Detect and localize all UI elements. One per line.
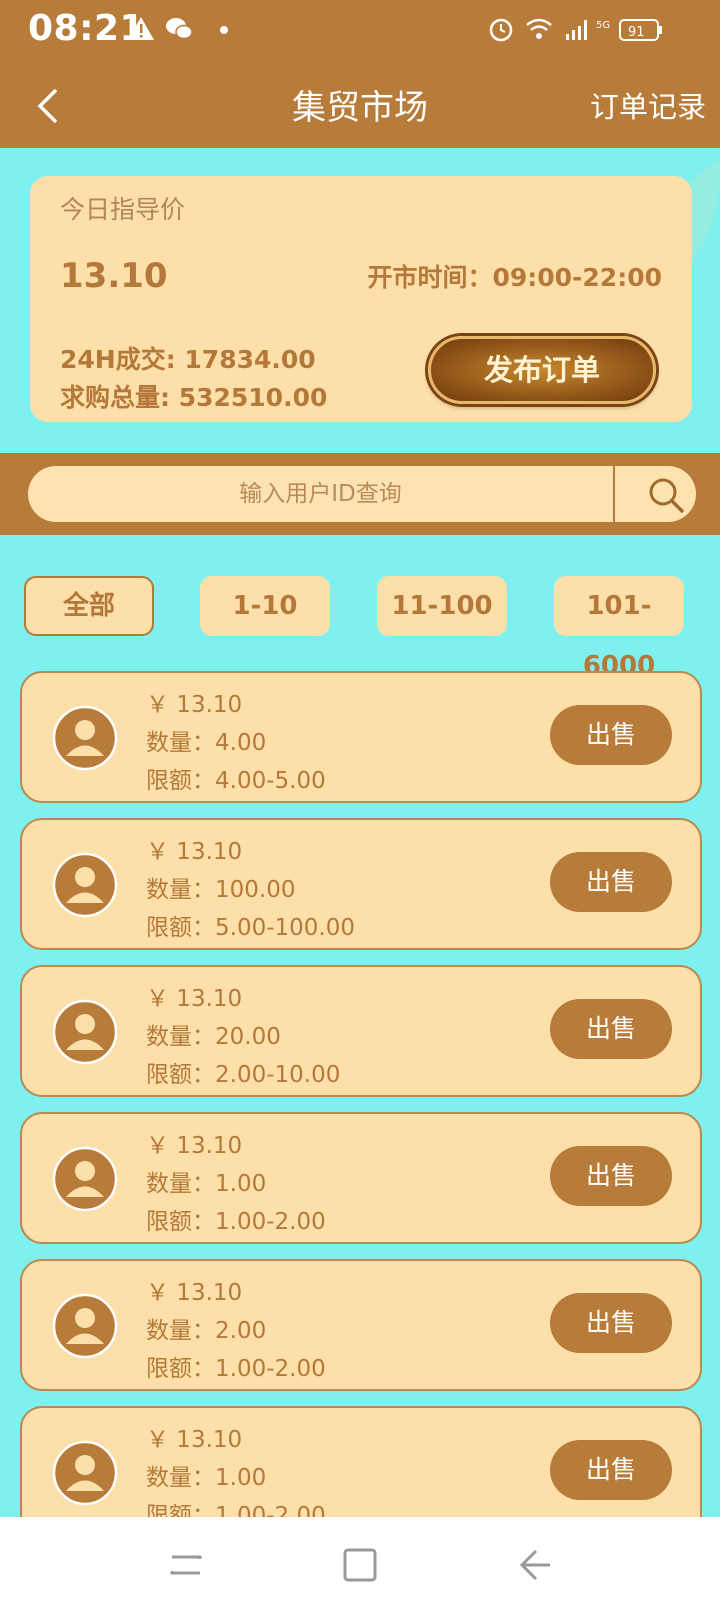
order-price: ￥ 13.10 — [146, 839, 243, 865]
sell-button[interactable]: 出售 — [550, 852, 672, 912]
market-open-time: 开市时间：09:00-22:00 — [367, 263, 662, 292]
avatar — [52, 1440, 118, 1506]
order-records-link[interactable]: 订单记录 — [590, 84, 706, 126]
home-icon[interactable] — [340, 1545, 380, 1585]
svg-text:5G: 5G — [596, 20, 610, 31]
order-row: ￥ 13.10 数量：100.00 限额：5.00-100.00 出售 — [20, 818, 702, 950]
order-quantity: 数量：1.00 — [146, 1465, 267, 1491]
avatar — [52, 705, 118, 771]
order-row: ￥ 13.10 数量：2.00 限额：1.00-2.00 出售 — [20, 1259, 702, 1391]
signal-5g-icon: 5G — [566, 20, 610, 40]
order-quantity: 数量：2.00 — [146, 1318, 267, 1344]
order-limit: 限额：4.00-5.00 — [146, 768, 326, 794]
publish-order-button[interactable]: 发布订单 — [428, 336, 656, 404]
recent-apps-icon[interactable] — [166, 1545, 206, 1585]
sell-button[interactable]: 出售 — [550, 999, 672, 1059]
top-bar: 08:21 5G 91 集贸市场 订单记录 — [0, 0, 720, 148]
battery-icon: 91 — [619, 19, 662, 41]
warning-icon — [128, 17, 154, 40]
price-summary-card: 今日指导价 13.10 开市时间：09:00-22:00 24H成交: 1783… — [30, 176, 692, 422]
notification-dot-icon — [220, 26, 228, 34]
order-limit: 限额：5.00-100.00 — [146, 915, 355, 941]
search-input[interactable]: 输入用户ID查询 — [28, 466, 696, 522]
search-divider — [613, 466, 615, 522]
avatar — [52, 1293, 118, 1359]
alarm-icon — [489, 18, 513, 42]
order-quantity: 数量：100.00 — [146, 877, 296, 903]
order-limit: 限额：1.00-2.00 — [146, 1209, 326, 1235]
sell-button[interactable]: 出售 — [550, 705, 672, 765]
filter-all[interactable]: 全部 — [24, 576, 154, 636]
order-price: ￥ 13.10 — [146, 1427, 243, 1453]
order-price: ￥ 13.10 — [146, 1133, 243, 1159]
avatar — [52, 999, 118, 1065]
order-row: ￥ 13.10 数量：20.00 限额：2.00-10.00 出售 — [20, 965, 702, 1097]
search-placeholder: 输入用户ID查询 — [239, 481, 402, 507]
order-row: ￥ 13.10 数量：4.00 限额：4.00-5.00 出售 — [20, 671, 702, 803]
guide-price-value: 13.10 — [60, 256, 168, 296]
order-quantity: 数量：1.00 — [146, 1171, 267, 1197]
search-icon[interactable] — [645, 474, 689, 518]
status-bar: 08:21 5G 91 — [0, 0, 720, 62]
search-bar: 输入用户ID查询 — [0, 453, 720, 535]
volume-24h: 24H成交: 17834.00 — [60, 345, 316, 374]
system-nav-bar — [0, 1517, 720, 1612]
filter-101-6000[interactable]: 101-6000 — [554, 576, 684, 681]
order-row: ￥ 13.10 数量：1.00 限额：1.00-2.00 出售 — [20, 1112, 702, 1244]
order-quantity: 数量：20.00 — [146, 1024, 281, 1050]
guide-price-label: 今日指导价 — [60, 195, 186, 224]
order-price: ￥ 13.10 — [146, 692, 243, 718]
sell-button[interactable]: 出售 — [550, 1146, 672, 1206]
sell-button[interactable]: 出售 — [550, 1293, 672, 1353]
avatar — [52, 852, 118, 918]
order-price: ￥ 13.10 — [146, 986, 243, 1012]
sell-button[interactable]: 出售 — [550, 1440, 672, 1500]
svg-text:91: 91 — [628, 25, 645, 40]
filter-1-10[interactable]: 1-10 — [200, 576, 330, 636]
order-limit: 限额：2.00-10.00 — [146, 1062, 341, 1088]
avatar — [52, 1146, 118, 1212]
wechat-icon — [166, 18, 193, 40]
wifi-icon — [526, 18, 552, 39]
nav-row: 集贸市场 订单记录 — [0, 62, 720, 148]
filter-11-100[interactable]: 11-100 — [377, 576, 507, 636]
order-price: ￥ 13.10 — [146, 1280, 243, 1306]
order-limit: 限额：1.00-2.00 — [146, 1356, 326, 1382]
order-quantity: 数量：4.00 — [146, 730, 267, 756]
back-nav-icon[interactable] — [514, 1545, 554, 1585]
total-demand: 求购总量: 532510.00 — [60, 383, 328, 412]
